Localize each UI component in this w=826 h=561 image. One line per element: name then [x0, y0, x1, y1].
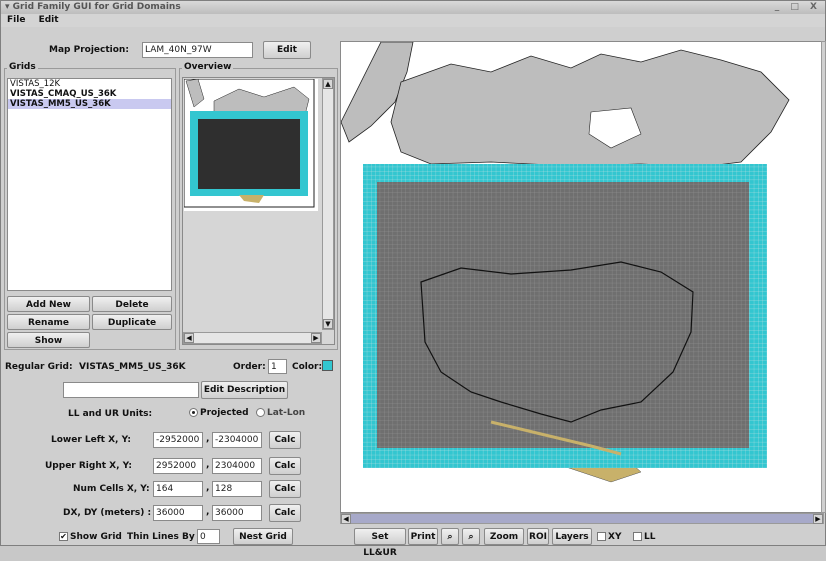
calc-upper-right-button[interactable]: Calc [269, 457, 301, 475]
map-view[interactable] [341, 42, 823, 512]
overview-panel[interactable]: ▲ ▼ ◀ ▶ [182, 77, 335, 345]
radio-icon[interactable] [256, 408, 265, 417]
menu-bar: File Edit [1, 14, 825, 27]
num-cells-x-field[interactable]: 164 [153, 481, 203, 497]
map-hscrollbar[interactable]: ◀ ▶ [340, 513, 824, 524]
num-cells-label: Num Cells X, Y: [73, 484, 150, 494]
color-label: Color: [292, 362, 323, 372]
upper-right-y-field[interactable]: 2304000 [212, 458, 262, 474]
comma-separator: , [206, 483, 210, 493]
num-cells-y-field[interactable]: 128 [212, 481, 262, 497]
units-label: LL and UR Units: [68, 409, 153, 419]
overview-vscrollbar[interactable]: ▲ ▼ [322, 78, 334, 330]
xy-checkbox[interactable]: XY [597, 532, 621, 542]
chevron-right-icon[interactable]: ▶ [311, 333, 321, 343]
zoom-in-icon: ⌕ [447, 532, 453, 542]
edit-description-button[interactable]: Edit Description [201, 381, 288, 399]
lower-left-label: Lower Left X, Y: [51, 435, 131, 445]
duplicate-button[interactable]: Duplicate [92, 314, 172, 330]
grids-list[interactable]: VISTAS_12K VISTAS_CMAQ_US_36K VISTAS_MM5… [7, 78, 172, 291]
chevron-down-icon[interactable]: ▼ [323, 319, 333, 329]
comma-separator: , [206, 507, 210, 517]
zoom-button[interactable]: Zoom [484, 528, 524, 545]
units-projected-radio[interactable]: Projected [189, 408, 249, 418]
zoom-out-icon: ⌕ [468, 532, 474, 542]
land-canada-north [390, 49, 790, 168]
window-controls[interactable]: _ □ X [775, 1, 821, 14]
description-field[interactable] [63, 382, 199, 398]
dy-field[interactable]: 36000 [212, 505, 262, 521]
checkbox-checked-icon[interactable]: ✔ [59, 532, 68, 541]
zoom-out-button[interactable]: ⌕ [462, 528, 480, 545]
calc-num-cells-button[interactable]: Calc [269, 480, 301, 498]
menu-file[interactable]: File [7, 15, 25, 25]
chevron-down-icon[interactable]: ▾ [5, 2, 13, 12]
grid-list-item[interactable]: VISTAS_CMAQ_US_36K [8, 89, 171, 99]
chevron-up-icon[interactable]: ▲ [323, 79, 333, 89]
thin-lines-field[interactable]: 0 [197, 529, 220, 544]
regular-grid-name: VISTAS_MM5_US_36K [79, 362, 186, 372]
delete-button[interactable]: Delete [92, 296, 172, 312]
rename-button[interactable]: Rename [7, 314, 90, 330]
upper-right-label: Upper Right X, Y: [45, 461, 132, 471]
comma-separator: , [206, 434, 210, 444]
dxdy-label: DX, DY (meters) : [63, 508, 152, 518]
calc-dxdy-button[interactable]: Calc [269, 504, 301, 522]
order-field[interactable]: 1 [268, 359, 287, 374]
upper-right-x-field[interactable]: 2952000 [153, 458, 203, 474]
show-grid-label: Show Grid [70, 532, 122, 542]
units-projected-label: Projected [200, 408, 249, 418]
main-window: ▾ Grid Family GUI for Grid Domains _ □ X… [0, 0, 826, 558]
lower-left-y-field[interactable]: -2304000 [212, 432, 262, 448]
ll-checkbox[interactable]: LL [633, 532, 655, 542]
map-projection-label: Map Projection: [49, 45, 129, 55]
projection-edit-button[interactable]: Edit [263, 41, 311, 59]
thin-lines-label: Thin Lines By [127, 532, 195, 542]
overview-thumbnail[interactable] [184, 79, 318, 211]
zoom-in-button[interactable]: ⌕ [441, 528, 459, 545]
chevron-right-icon[interactable]: ▶ [813, 514, 823, 524]
grids-title: Grids [7, 62, 38, 72]
map-projection-field[interactable]: LAM_40N_97W [142, 42, 253, 58]
nest-grid-button[interactable]: Nest Grid [233, 528, 293, 545]
map-canvas[interactable] [340, 41, 824, 513]
show-button[interactable]: Show [7, 332, 90, 348]
overview-hscrollbar[interactable]: ◀ ▶ [183, 332, 322, 344]
ll-label: LL [644, 532, 656, 542]
calc-lower-left-button[interactable]: Calc [269, 431, 301, 449]
chevron-left-icon[interactable]: ◀ [341, 514, 351, 524]
units-latlon-radio[interactable]: Lat-Lon [256, 408, 305, 418]
print-button[interactable]: Print [408, 528, 438, 545]
grid-list-item[interactable]: VISTAS_12K [8, 79, 171, 89]
regular-grid-label: Regular Grid: [5, 362, 73, 372]
roi-button[interactable]: ROI [527, 528, 549, 545]
window-title: Grid Family GUI for Grid Domains [12, 2, 181, 12]
color-swatch[interactable] [322, 360, 333, 371]
units-latlon-label: Lat-Lon [267, 408, 306, 418]
order-label: Order: [233, 362, 266, 372]
add-new-button[interactable]: Add New [7, 296, 90, 312]
chevron-left-icon[interactable]: ◀ [184, 333, 194, 343]
dx-field[interactable]: 36000 [153, 505, 203, 521]
menu-edit[interactable]: Edit [39, 15, 59, 25]
lower-left-x-field[interactable]: -2952000 [153, 432, 203, 448]
comma-separator: , [206, 460, 210, 470]
grid-list-item-selected[interactable]: VISTAS_MM5_US_36K [8, 99, 171, 109]
checkbox-icon[interactable] [633, 532, 642, 541]
radio-selected-icon[interactable] [189, 408, 198, 417]
overview-title: Overview [182, 62, 234, 72]
set-llur-button[interactable]: Set LL&UR [354, 528, 406, 558]
xy-label: XY [608, 532, 622, 542]
map-vscrollbar[interactable] [821, 41, 826, 513]
title-bar: ▾ Grid Family GUI for Grid Domains _ □ X [1, 1, 825, 14]
layers-button[interactable]: Layers [552, 528, 592, 545]
checkbox-icon[interactable] [597, 532, 606, 541]
show-grid-checkbox[interactable]: ✔ Show Grid [59, 532, 122, 542]
